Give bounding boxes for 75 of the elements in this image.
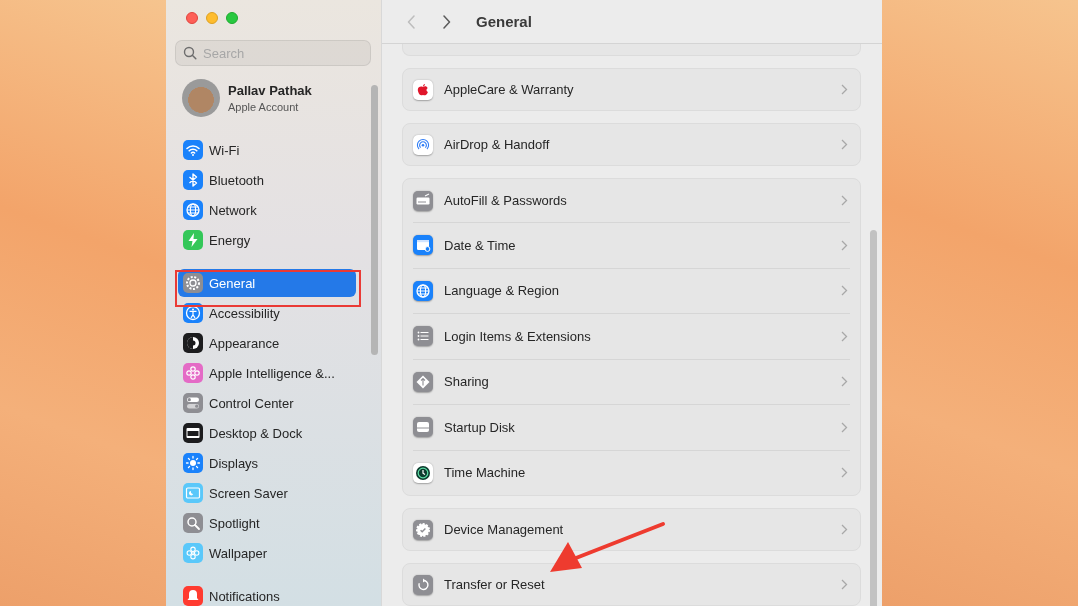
sidebar-item-label: Wallpaper <box>209 545 268 561</box>
account-subtitle: Apple Account <box>228 101 300 113</box>
sidebar-item[interactable]: Network <box>178 195 356 225</box>
settings-row[interactable]: Time Machine <box>413 449 850 495</box>
settings-row[interactable]: AutoFill & Passwords <box>413 179 850 222</box>
sidebar-item[interactable]: Screen Saver <box>178 478 356 508</box>
avatar[interactable] <box>182 79 220 117</box>
settings-row-label: Startup Disk <box>444 419 516 435</box>
sidebar-item-label: Wi-Fi <box>209 142 240 158</box>
chevron-icon <box>841 524 848 535</box>
settings-row[interactable]: Transfer or Reset <box>413 564 850 605</box>
sidebar-item-label: Bluetooth <box>209 172 264 188</box>
chevron-icon <box>841 467 848 479</box>
sidebar-item-label: Notifications <box>209 588 280 604</box>
settings-row-label: Time Machine <box>444 465 527 481</box>
sidebar-item[interactable]: Apple Intelligence &... <box>178 358 356 388</box>
sidebar-item[interactable]: Displays <box>178 448 356 478</box>
settings-row[interactable]: Date & Time <box>413 222 850 268</box>
chevron-icon <box>841 579 848 590</box>
sidebar-item-label: Screen Saver <box>209 485 288 501</box>
sidebar-item-label: Accessibility <box>209 305 280 321</box>
scrollbar-thumb[interactable] <box>371 85 378 355</box>
settings-row[interactable]: Login Items & Extensions <box>413 313 850 359</box>
settings-row[interactable]: Language & Region <box>413 267 850 313</box>
settings-row[interactable]: AppleCare & Warranty <box>413 69 850 110</box>
sidebar-item-label: Displays <box>209 455 259 471</box>
scrollbar-thumb[interactable] <box>870 230 877 606</box>
sidebar-item-label: General <box>209 275 256 291</box>
sidebar-item[interactable]: Appearance <box>178 328 356 358</box>
zoom-button[interactable] <box>226 12 238 24</box>
minimize-button[interactable] <box>206 12 218 24</box>
chevron-icon <box>841 421 848 433</box>
chevron-icon <box>841 195 848 206</box>
chevron-icon <box>407 14 415 29</box>
settings-row-label: Date & Time <box>444 237 517 253</box>
sidebar-item[interactable]: Energy <box>178 225 356 255</box>
sidebar-item-label: Appearance <box>209 335 280 351</box>
sidebar-item[interactable]: Spotlight <box>178 508 356 538</box>
account-name: Pallav Pathak <box>228 83 312 98</box>
settings-row-label: Login Items & Extensions <box>444 328 592 344</box>
chevron-icon <box>841 285 848 297</box>
sidebar-item-label: Network <box>209 202 257 218</box>
settings-row[interactable]: Device Management <box>413 509 850 550</box>
sidebar-item[interactable]: Wallpaper <box>178 538 356 568</box>
chevron-icon <box>841 84 848 95</box>
sidebar-item-label: Desktop & Dock <box>209 425 303 441</box>
sidebar-item[interactable]: Notifications <box>178 581 356 606</box>
sidebar-item-label: Spotlight <box>209 515 260 531</box>
sidebar-item[interactable]: Bluetooth <box>178 165 356 195</box>
search-icon <box>183 46 197 60</box>
sidebar-item[interactable]: Desktop & Dock <box>178 418 356 448</box>
settings-row-label: Transfer or Reset <box>444 577 546 592</box>
sidebar-item[interactable]: Wi-Fi <box>178 135 356 165</box>
settings-row-label: AppleCare & Warranty <box>444 82 575 97</box>
settings-row[interactable]: Startup Disk <box>413 404 850 450</box>
sidebar-item[interactable]: Control Center <box>178 388 356 418</box>
chevron-icon <box>841 239 848 251</box>
chevron-icon <box>443 14 451 29</box>
chevron-icon <box>841 376 848 388</box>
settings-row-label: AirDrop & Handoff <box>444 137 551 152</box>
sidebar-item-label: Energy <box>209 232 251 248</box>
settings-row-label: Sharing <box>444 374 490 390</box>
sidebar-item-label: Apple Intelligence &... <box>209 365 335 381</box>
sidebar-item-label: Control Center <box>209 395 294 411</box>
window-title: General <box>476 13 532 30</box>
sidebar-item[interactable]: General <box>178 269 356 297</box>
sidebar-item[interactable]: Accessibility <box>178 298 356 328</box>
settings-row-label: Language & Region <box>444 283 560 299</box>
settings-row[interactable]: AirDrop & Handoff <box>413 124 850 165</box>
chevron-icon <box>841 139 848 150</box>
settings-row[interactable]: Sharing <box>413 358 850 404</box>
settings-row-label: AutoFill & Passwords <box>444 193 568 208</box>
chevron-icon <box>841 330 848 342</box>
close-button[interactable] <box>186 12 198 24</box>
settings-row-label: Device Management <box>444 522 565 537</box>
